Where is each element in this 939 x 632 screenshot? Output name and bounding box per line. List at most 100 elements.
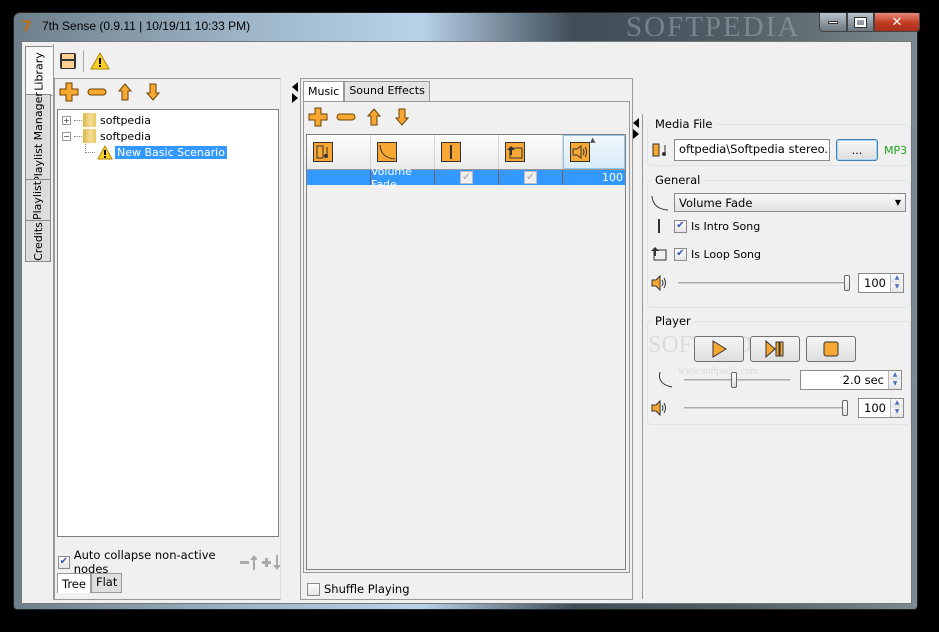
spin-down-icon[interactable]: ▼ [889,380,901,389]
player-volume-slider[interactable] [684,400,848,416]
spin-down-icon[interactable]: ▼ [891,283,903,292]
play-button[interactable] [694,336,744,362]
watermark: SOFTPEDIA [626,11,801,43]
slider-thumb[interactable] [842,400,848,416]
warning-button[interactable] [90,52,110,70]
slider-track [684,407,848,409]
spin-up-icon[interactable]: ▲ [889,371,901,380]
column-header-fade[interactable] [371,135,435,169]
client-area: Library Playlist Manager Playlist Credit… [21,41,912,604]
fade-time-slider[interactable] [684,372,790,388]
warning-icon [90,52,110,70]
loop-icon [505,142,525,162]
tree-line [74,135,82,137]
stop-button[interactable] [806,336,856,362]
general-volume-row: 100 ▲ ▼ [650,273,906,293]
fade-type-select[interactable]: Volume Fade ▼ [674,193,906,212]
tree-node[interactable]: + softpedia [62,112,151,128]
tree-node-selected[interactable]: New Basic Scenario [85,143,227,160]
general-volume-spinner[interactable]: 100 ▲ ▼ [858,273,904,293]
add-icon [308,107,328,127]
intro-song-checkbox[interactable]: ✔ [674,219,687,233]
maximize-button[interactable] [847,13,874,32]
player-volume-row: 100 ▲ ▼ [650,398,906,418]
add-icon [59,82,79,102]
tab-playlist[interactable]: Playlist [25,179,51,221]
add-button[interactable] [59,82,79,102]
tab-music[interactable]: Music [303,81,345,102]
general-legend: General [652,173,704,187]
player-controls [694,336,856,362]
fade-time-spinner[interactable]: 2.0 sec ▲ ▼ [800,370,902,390]
splitter-handle[interactable] [633,118,641,139]
title-bar[interactable]: 7 7th Sense (0.9.11 | 10/19/11 10:33 PM)… [14,11,917,43]
loop-icon [651,247,667,261]
library-tree[interactable]: + softpedia − softpedia New Basic Scenar… [57,109,279,537]
column-header-file[interactable] [307,135,371,169]
loop-row: ✔ Is Loop Song [650,246,761,262]
media-file-path-input[interactable]: oftpedia\Softpedia stereo.mp3 [674,139,830,161]
browse-button[interactable]: ... [836,139,878,161]
close-button[interactable]: ✕ [874,13,920,32]
collapse-icon[interactable]: − [62,131,71,141]
move-down-icon [394,108,410,126]
collapse-all-icon[interactable] [239,553,257,571]
spinner-arrows: ▲ ▼ [890,274,903,292]
move-up-icon [117,83,133,101]
move-song-up-button[interactable] [364,107,384,127]
remove-song-button[interactable] [336,107,356,127]
volume-icon [570,142,590,162]
toolbar-separator [83,50,84,72]
media-file-row: oftpedia\Softpedia stereo.mp3 ... MP3 [652,139,907,161]
move-down-button[interactable] [143,82,163,102]
loop-song-checkbox[interactable]: ✔ [674,247,687,261]
tab-sound-effects[interactable]: Sound Effects [344,81,430,102]
spin-up-icon[interactable]: ▲ [891,274,903,283]
remove-button[interactable] [87,82,107,102]
fade-curve-icon [651,195,669,210]
slider-thumb[interactable] [844,275,850,291]
column-header-loop[interactable] [499,135,563,169]
tab-credits[interactable]: Credits [25,220,51,262]
slider-track [684,379,790,381]
loop-song-label: Is Loop Song [691,247,762,261]
expand-all-icon[interactable] [261,553,280,571]
column-header-intro[interactable] [435,135,499,169]
slider-thumb[interactable] [731,372,737,388]
add-song-button[interactable] [308,107,328,127]
tree-node[interactable]: − softpedia [62,128,151,144]
spin-down-icon[interactable]: ▼ [891,408,903,417]
tab-tree[interactable]: Tree [57,573,91,593]
expand-right-icon [633,129,639,139]
collapse-left-icon [633,118,639,128]
close-icon: ✕ [891,14,903,30]
save-button[interactable] [59,52,77,70]
collapse-left-icon [292,82,298,92]
intro-checkbox[interactable]: ✔ [460,171,473,184]
fade-curve-icon [659,371,673,388]
media-file-legend: Media File [652,117,716,131]
loop-checkbox[interactable]: ✔ [524,171,537,184]
auto-collapse-row: ✔ Auto collapse non-active nodes [58,548,280,576]
shuffle-checkbox[interactable] [307,582,320,596]
table-row[interactable]: Volume Fade ✔ ✔ 100 [307,165,625,191]
splitter-handle[interactable] [292,82,300,103]
spin-up-icon[interactable]: ▲ [891,399,903,408]
tab-flat[interactable]: Flat [90,573,123,593]
column-header-volume[interactable]: ▲ [563,135,625,169]
app-window: 7 7th Sense (0.9.11 | 10/19/11 10:33 PM)… [13,11,920,610]
auto-collapse-checkbox[interactable]: ✔ [58,555,70,569]
tab-playlist-manager[interactable]: Playlist Manager [25,92,51,182]
play-pause-button[interactable] [750,336,800,362]
tab-library[interactable]: Library [25,46,53,96]
minimize-button[interactable] [819,13,847,32]
move-up-button[interactable] [115,82,135,102]
general-volume-slider[interactable] [678,275,850,291]
expand-icon[interactable]: + [62,115,71,125]
main-toolbar [59,48,110,74]
volume-icon [651,274,666,292]
cell-intro: ✔ [435,170,499,185]
move-song-down-button[interactable] [392,107,412,127]
player-volume-spinner[interactable]: 100 ▲ ▼ [858,398,904,418]
folder-icon [83,113,96,127]
